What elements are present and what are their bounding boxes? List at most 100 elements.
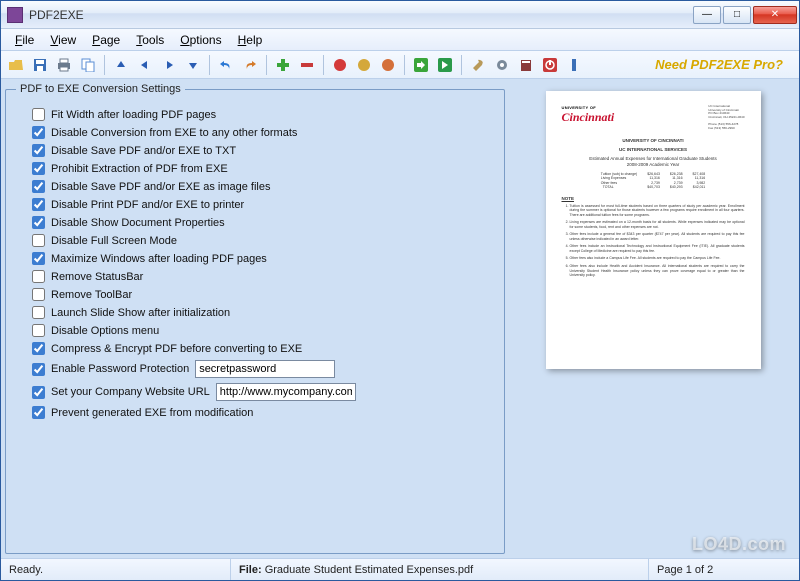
content-area: PDF to EXE Conversion Settings Fit Width… [1,79,799,558]
menubar: File View Page Tools Options Help [1,29,799,51]
right-icon[interactable] [158,54,180,76]
setting-checkbox[interactable] [32,144,45,157]
setting-row: Disable Print PDF and/or EXE to printer [32,198,494,211]
redo-icon[interactable] [239,54,261,76]
app-window: PDF2EXE — □ ✕ File View Page Tools Optio… [0,0,800,581]
toolbar-separator [104,55,105,75]
document-thumbnail[interactable]: UNIVERSITY OF Cincinnati UC Internationa… [546,91,761,369]
toolbar-separator [404,55,405,75]
toolbar-separator [461,55,462,75]
statusbar: Ready. File: Graduate Student Estimated … [1,558,799,580]
menu-file[interactable]: File [7,31,42,49]
setting-label: Enable Password Protection [51,363,189,375]
down-icon[interactable] [182,54,204,76]
left-icon[interactable] [134,54,156,76]
close-button[interactable]: ✕ [753,6,797,24]
setting-checkbox[interactable] [32,198,45,211]
titlebar: PDF2EXE — □ ✕ [1,1,799,29]
stop-orange-icon[interactable] [377,54,399,76]
maximize-button[interactable]: □ [723,6,751,24]
menu-page[interactable]: Page [84,31,128,49]
setting-label: Disable Full Screen Mode [51,235,177,247]
setting-row: Disable Full Screen Mode [32,234,494,247]
menu-options[interactable]: Options [172,31,229,49]
setting-checkbox[interactable] [32,270,45,283]
menu-view[interactable]: View [42,31,84,49]
stop-red-icon[interactable] [329,54,351,76]
toolbar: Need PDF2EXE Pro? [1,51,799,79]
add-icon[interactable] [272,54,294,76]
setting-checkbox[interactable] [32,363,45,376]
setting-checkbox[interactable] [32,162,45,175]
setting-label: Disable Save PDF and/or EXE as image fil… [51,181,271,193]
gear-icon[interactable] [491,54,513,76]
setting-row: Disable Save PDF and/or EXE as image fil… [32,180,494,193]
setting-label: Remove ToolBar [51,289,132,301]
up-icon[interactable] [110,54,132,76]
setting-row: Compress & Encrypt PDF before converting… [32,342,494,355]
doc-note-heading: NOTE [562,196,745,202]
go-icon[interactable] [434,54,456,76]
setting-row: Set your Company Website URL [32,383,494,401]
menu-tools[interactable]: Tools [128,31,172,49]
status-page: Page 1 of 2 [649,559,799,580]
setting-checkbox[interactable] [32,324,45,337]
status-file: File: Graduate Student Estimated Expense… [231,559,649,580]
copy-icon[interactable] [77,54,99,76]
toolbar-separator [209,55,210,75]
setting-row: Prevent generated EXE from modification [32,406,494,419]
setting-label: Disable Print PDF and/or EXE to printer [51,199,244,211]
setting-checkbox[interactable] [32,306,45,319]
minimize-button[interactable]: — [693,6,721,24]
doc-subtitle: Estimated Annual Expenses for Internatio… [562,156,745,168]
setting-label: Maximize Windows after loading PDF pages [51,253,267,265]
doc-table: Tuition (subj to change)Living ExpensesO… [562,172,745,190]
setting-input[interactable] [195,360,335,378]
setting-row: Launch Slide Show after initialization [32,306,494,319]
setting-row: Disable Options menu [32,324,494,337]
undo-icon[interactable] [215,54,237,76]
setting-label: Prohibit Extraction of PDF from EXE [51,163,228,175]
setting-label: Prevent generated EXE from modification [51,407,253,419]
play-green-icon[interactable] [410,54,432,76]
setting-row: Fit Width after loading PDF pages [32,108,494,121]
setting-checkbox[interactable] [32,108,45,121]
app-icon [7,7,23,23]
power-icon[interactable] [539,54,561,76]
remove-icon[interactable] [296,54,318,76]
save-icon[interactable] [29,54,51,76]
setting-checkbox[interactable] [32,216,45,229]
print-icon[interactable] [53,54,75,76]
setting-checkbox[interactable] [32,252,45,265]
setting-checkbox[interactable] [32,406,45,419]
doc-address: UC InternationalUniversity of Cincinnati… [708,105,744,130]
setting-input[interactable] [216,383,356,401]
menu-help[interactable]: Help [230,31,271,49]
promo-link[interactable]: Need PDF2EXE Pro? [655,57,795,72]
info-icon[interactable] [563,54,585,76]
stop-yellow-icon[interactable] [353,54,375,76]
setting-checkbox[interactable] [32,234,45,247]
setting-label: Compress & Encrypt PDF before converting… [51,343,302,355]
settings-legend: PDF to EXE Conversion Settings [16,83,185,95]
setting-checkbox[interactable] [32,180,45,193]
setting-row: Maximize Windows after loading PDF pages [32,252,494,265]
setting-checkbox[interactable] [32,342,45,355]
setting-label: Set your Company Website URL [51,386,210,398]
setting-label: Fit Width after loading PDF pages [51,109,216,121]
setting-row: Enable Password Protection [32,360,494,378]
setting-label: Launch Slide Show after initialization [51,307,230,319]
setting-row: Disable Show Document Properties [32,216,494,229]
settings-panel: PDF to EXE Conversion Settings Fit Width… [5,83,505,554]
status-ready: Ready. [1,559,231,580]
doc-logo: UNIVERSITY OF Cincinnati [562,105,615,130]
book-icon[interactable] [515,54,537,76]
wrench-icon[interactable] [467,54,489,76]
open-icon[interactable] [5,54,27,76]
setting-checkbox[interactable] [32,386,45,399]
setting-row: Prohibit Extraction of PDF from EXE [32,162,494,175]
setting-checkbox[interactable] [32,288,45,301]
setting-checkbox[interactable] [32,126,45,139]
doc-header2: UC INTERNATIONAL SERVICES [562,147,745,153]
preview-pane: UNIVERSITY OF Cincinnati UC Internationa… [511,83,795,554]
